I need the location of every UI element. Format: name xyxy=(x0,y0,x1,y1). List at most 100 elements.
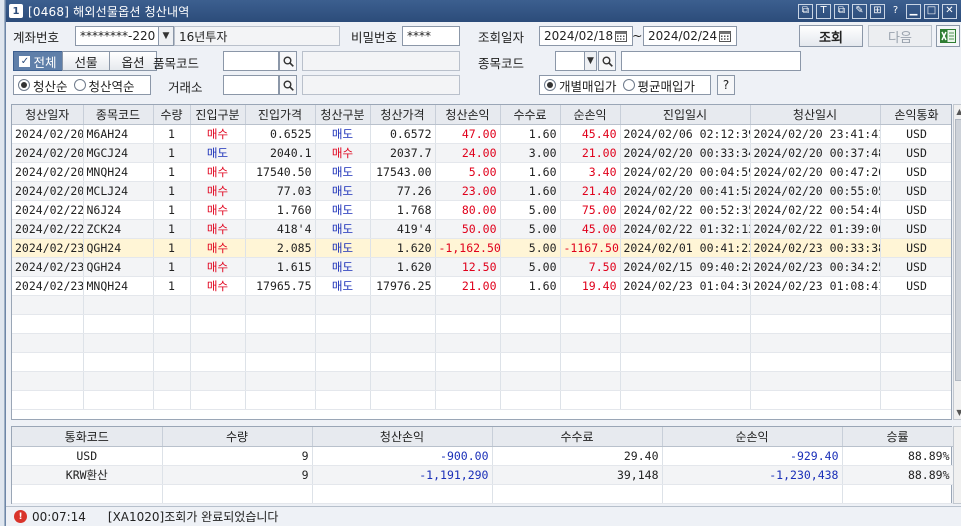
minimize-icon[interactable]: ▁ xyxy=(906,3,921,19)
cell-entry-price: 418'4 xyxy=(245,219,316,239)
col-net-pnl[interactable]: 순손익 xyxy=(560,105,621,125)
table-row[interactable]: 2024/02/23 QGH24 1 매수 2.085 매도 1.620 -1,162.50 5… xyxy=(12,238,951,258)
next-button[interactable]: 다음 xyxy=(868,25,932,47)
col-item-code[interactable]: 종목코드 xyxy=(83,105,154,125)
col-quantity[interactable]: 수량 xyxy=(153,105,191,125)
col-entry-price[interactable]: 진입가격 xyxy=(245,105,316,125)
cell-fee: 1.60 xyxy=(500,276,561,296)
title-bar: 1 [0468] 해외선물옵션 청산내역 ⧉ T ⧉ ✎ ⊞ ? ▁ □ ✕ xyxy=(6,0,961,22)
cell-close-time: 2024/02/23 00:34:25 xyxy=(750,257,881,277)
sum-col-quantity: 수량 xyxy=(162,427,313,447)
cell-close-price: 1.620 xyxy=(370,238,436,258)
item-name-field[interactable] xyxy=(621,51,801,71)
link-window-icon[interactable]: ⧉ xyxy=(798,3,813,19)
segment-options[interactable]: 옵션 xyxy=(109,51,157,71)
table-row[interactable]: 2024/02/20 M6AH24 1 매수 0.6525 매도 0.6572 47.00 1.… xyxy=(12,124,951,144)
account-label: 계좌번호 xyxy=(13,30,60,45)
cell-entry-time: 2024/02/20 00:41:58 xyxy=(620,181,751,201)
cell-close-side: 매도 xyxy=(315,124,371,144)
col-fee[interactable]: 수수료 xyxy=(500,105,561,125)
col-close-price[interactable]: 청산가격 xyxy=(370,105,436,125)
sum-col-close-pnl: 청산손익 xyxy=(312,427,493,447)
cell-quantity: 1 xyxy=(153,219,191,239)
cell-item-code: N6J24 xyxy=(83,200,154,220)
copy-icon[interactable]: ⧉ xyxy=(834,3,849,19)
exchange-search-icon[interactable] xyxy=(279,75,297,95)
summary-scrollbar[interactable] xyxy=(953,426,961,504)
exchange-name-field xyxy=(302,75,460,95)
cell-close-price: 419'4 xyxy=(370,219,436,239)
cell-entry-side: 매수 xyxy=(190,200,246,220)
col-entry-side[interactable]: 진입구분 xyxy=(190,105,246,125)
cell-entry-time: 2024/02/20 00:04:59 xyxy=(620,162,751,182)
cell-close-price: 2037.7 xyxy=(370,143,436,163)
table-row[interactable]: 2024/02/23 QGH24 1 매수 1.615 매도 1.620 12.50 5.00 7… xyxy=(12,257,951,277)
table-row[interactable]: 2024/02/22 N6J24 1 매수 1.760 매도 1.768 80.00 5.00 7… xyxy=(12,200,951,220)
cell-entry-side: 매도 xyxy=(190,143,246,163)
maximize-icon[interactable]: □ xyxy=(924,3,939,19)
radio-selected-icon xyxy=(544,79,556,91)
edit-icon[interactable]: ✎ xyxy=(852,3,867,19)
cell-close-price: 0.6572 xyxy=(370,124,436,144)
status-time: 00:07:14 xyxy=(32,509,86,524)
summary-row[interactable]: KRW환산 9 -1,191,290 39,148 -1,230,438 88.… xyxy=(12,465,954,485)
radio-close-order[interactable]: 청산순 xyxy=(18,76,68,95)
col-entry-time[interactable]: 진입일시 xyxy=(620,105,751,125)
grid-scrollbar[interactable]: ▲ ▼ xyxy=(953,104,961,420)
table-row[interactable]: 2024/02/22 ZCK24 1 매수 418'4 매도 419'4 50.00 5.00 4… xyxy=(12,219,951,239)
col-close-pnl[interactable]: 청산손익 xyxy=(435,105,501,125)
cell-entry-price: 77.03 xyxy=(245,181,316,201)
table-row[interactable]: 2024/02/20 MNQH24 1 매수 17540.50 매도 17543.00 5.0… xyxy=(12,162,951,182)
empty-row xyxy=(12,352,951,372)
cell-quantity: 1 xyxy=(153,124,191,144)
radio-individual-price[interactable]: 개별매입가 xyxy=(544,76,617,95)
col-close-side[interactable]: 청산구분 xyxy=(315,105,371,125)
password-field[interactable]: **** xyxy=(402,26,460,46)
account-number-field[interactable]: ********-220 xyxy=(75,26,159,46)
account-dropdown-icon[interactable]: ▼ xyxy=(158,26,174,46)
cell-close-pnl: -1,162.50 xyxy=(435,238,501,258)
help-icon[interactable]: ? xyxy=(888,4,903,19)
sum-net-pnl: -929.40 xyxy=(662,446,843,466)
summary-row[interactable]: USD 9 -900.00 29.40 -929.40 88.89% xyxy=(12,446,954,466)
table-row[interactable]: 2024/02/20 MGCJ24 1 매도 2040.1 매수 2037.7 24.00 3.… xyxy=(12,143,951,163)
exchange-field[interactable] xyxy=(223,75,279,95)
account-name-field: 16년투자 xyxy=(174,26,340,46)
radio-unselected-icon xyxy=(73,79,86,91)
scroll-thumb[interactable] xyxy=(955,119,961,381)
cell-close-time: 2024/02/23 00:33:38 xyxy=(750,238,881,258)
segment-futures[interactable]: 선물 xyxy=(62,51,110,71)
product-code-field[interactable] xyxy=(223,51,279,71)
cell-net-pnl: 7.50 xyxy=(560,257,621,277)
col-close-time[interactable]: 청산일시 xyxy=(750,105,881,125)
radio-average-price[interactable]: 평균매입가 xyxy=(622,76,695,95)
cell-currency: USD xyxy=(880,162,951,182)
scroll-down-icon[interactable]: ▼ xyxy=(954,406,961,419)
font-size-icon[interactable]: T xyxy=(816,3,831,19)
window-title: [0468] 해외선물옵션 청산내역 xyxy=(28,4,190,19)
help-button[interactable]: ? xyxy=(717,75,735,95)
col-close-date[interactable]: 청산일자 xyxy=(12,105,84,125)
excel-export-icon[interactable] xyxy=(936,25,960,47)
col-currency[interactable]: 손익통화 xyxy=(880,105,951,125)
layout-icon[interactable]: ⊞ xyxy=(870,3,885,19)
cell-fee: 5.00 xyxy=(500,200,561,220)
cell-fee: 1.60 xyxy=(500,181,561,201)
calendar-from-icon[interactable] xyxy=(613,26,629,46)
cell-close-date: 2024/02/23 xyxy=(12,238,84,258)
query-date-label: 조회일자 xyxy=(478,30,525,45)
product-search-icon[interactable] xyxy=(279,51,297,71)
item-code-dropdown-icon[interactable]: ▼ xyxy=(584,51,597,71)
cell-item-code: MGCJ24 xyxy=(83,143,154,163)
close-icon[interactable]: ✕ xyxy=(942,3,957,19)
table-row[interactable]: 2024/02/20 MCLJ24 1 매수 77.03 매도 77.26 23.00 1.60… xyxy=(12,181,951,201)
segment-all[interactable]: ✓ 전체 xyxy=(13,51,63,71)
calendar-to-icon[interactable] xyxy=(717,26,733,46)
radio-close-reverse[interactable]: 청산역순 xyxy=(73,76,135,95)
table-row[interactable]: 2024/02/23 MNQH24 1 매수 17965.75 매도 17976.25 21.… xyxy=(12,276,951,296)
scroll-up-icon[interactable]: ▲ xyxy=(954,105,961,118)
item-search-icon[interactable] xyxy=(598,51,616,71)
cell-close-time: 2024/02/20 23:41:41 xyxy=(750,124,881,144)
query-button[interactable]: 조회 xyxy=(799,25,863,47)
cell-close-pnl: 24.00 xyxy=(435,143,501,163)
